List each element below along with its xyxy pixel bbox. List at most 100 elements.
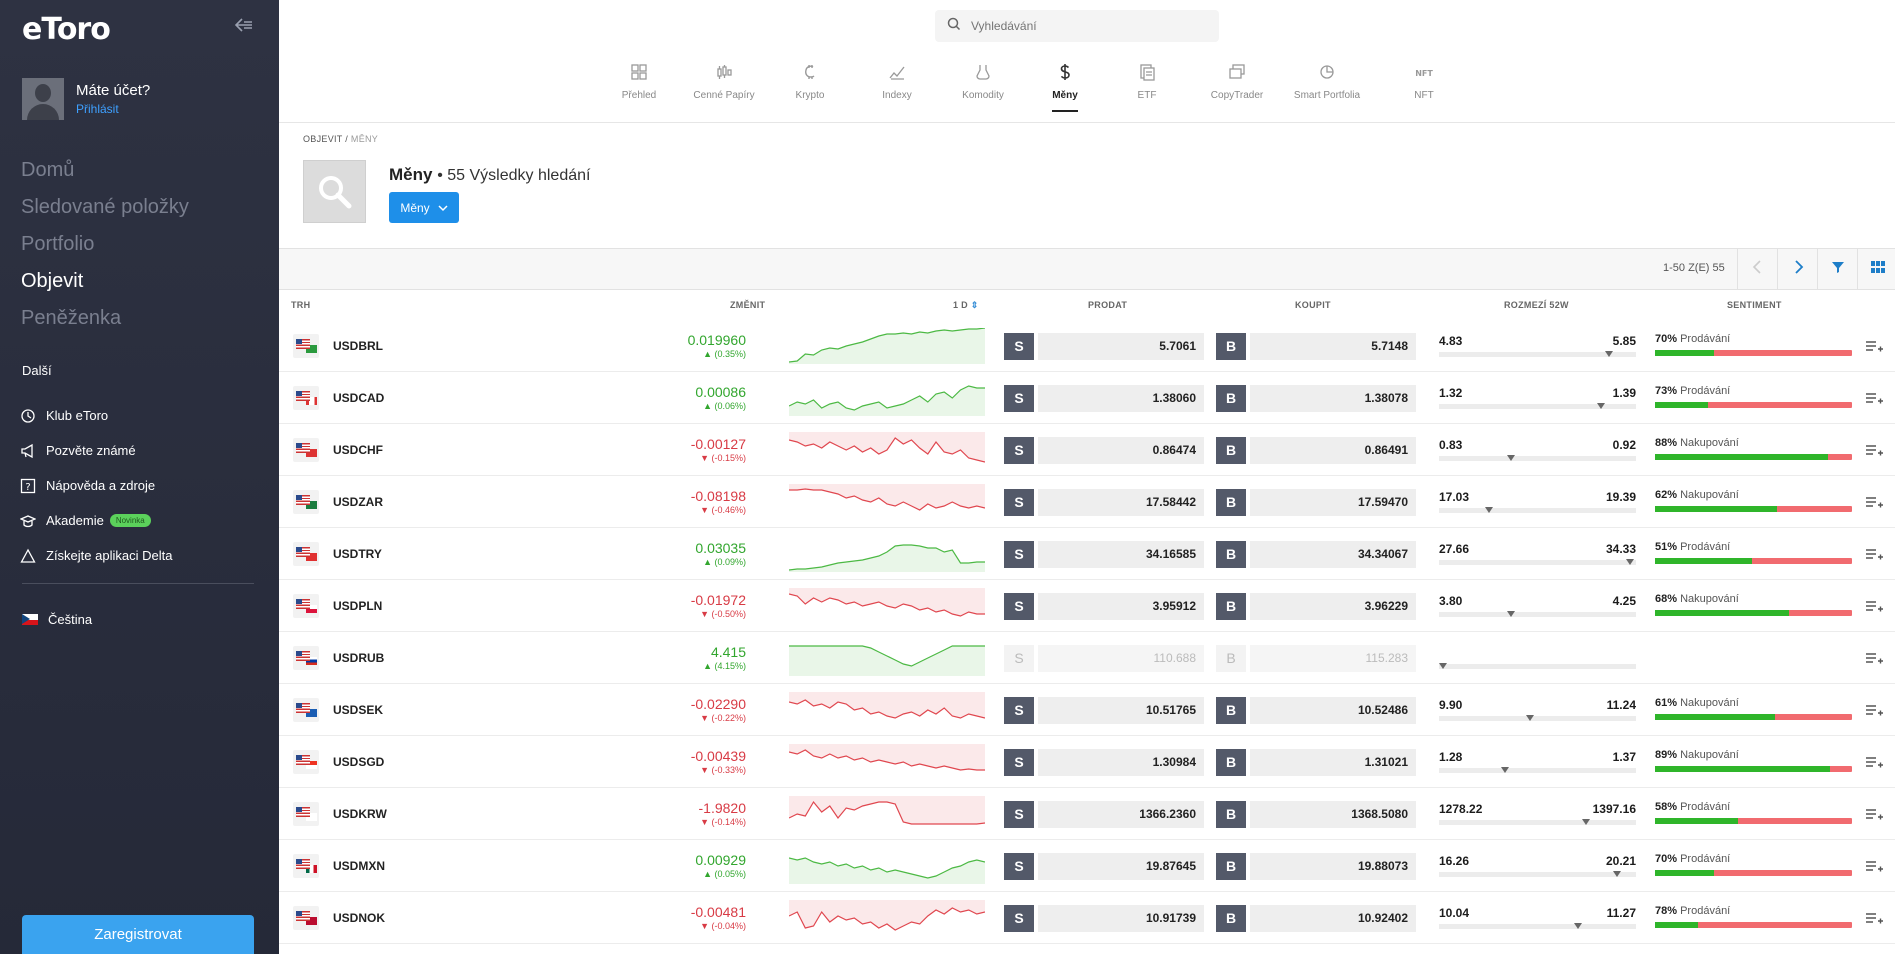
- table-row[interactable]: USDCHF -0.00127 ▼ (-0.15%) S 0.86474 B 0.86491…: [279, 424, 1895, 476]
- sell-price[interactable]: 5.7061: [1038, 333, 1204, 360]
- add-to-watchlist-icon[interactable]: [1865, 911, 1883, 927]
- instrument-name[interactable]: USDMXN: [333, 859, 385, 873]
- sell-price[interactable]: 34.16585: [1038, 541, 1204, 568]
- collapse-sidebar-icon[interactable]: [232, 14, 256, 36]
- buy-button[interactable]: B: [1216, 333, 1246, 360]
- col-sell[interactable]: PRODAT: [1088, 300, 1127, 310]
- table-row[interactable]: USDMXN 0.00929 ▲ (0.05%) S 19.87645 B 19.88073…: [279, 840, 1895, 892]
- prev-page-button[interactable]: [1737, 249, 1777, 290]
- buy-button[interactable]: B: [1216, 489, 1246, 516]
- tab-candles[interactable]: Cenné Papíry: [674, 60, 774, 101]
- instrument-name[interactable]: USDNOK: [333, 911, 385, 925]
- buy-price[interactable]: 10.92402: [1250, 905, 1416, 932]
- instrument-name[interactable]: USDCAD: [333, 391, 384, 405]
- buy-price[interactable]: 5.7148: [1250, 333, 1416, 360]
- nav-item-wallet[interactable]: Peněženka: [21, 305, 189, 342]
- buy-price[interactable]: 1.31021: [1250, 749, 1416, 776]
- buy-price[interactable]: 34.34067: [1250, 541, 1416, 568]
- nav-item-portfolio[interactable]: Portfolio: [21, 231, 189, 268]
- instrument-name[interactable]: USDTRY: [333, 547, 382, 561]
- buy-button[interactable]: B: [1216, 385, 1246, 412]
- etoro-logo[interactable]: eToro: [22, 12, 111, 47]
- more-item-club[interactable]: Klub eToro: [20, 398, 172, 433]
- sell-price[interactable]: 17.58442: [1038, 489, 1204, 516]
- next-page-button[interactable]: [1777, 249, 1817, 290]
- add-to-watchlist-icon[interactable]: [1865, 807, 1883, 823]
- table-row[interactable]: USDSEK -0.02290 ▼ (-0.22%) S 10.51765 B 10.524…: [279, 684, 1895, 736]
- category-filter-dropdown[interactable]: Měny: [389, 192, 459, 223]
- sell-button[interactable]: S: [1004, 333, 1034, 360]
- table-row[interactable]: USDTRY 0.03035 ▲ (0.09%) S 34.16585 B 34.34067…: [279, 528, 1895, 580]
- col-range[interactable]: ROZMEZÍ 52W: [1504, 300, 1569, 310]
- col-period[interactable]: 1 D ⇕: [953, 300, 979, 311]
- add-to-watchlist-icon[interactable]: [1865, 651, 1883, 667]
- buy-button[interactable]: B: [1216, 853, 1246, 880]
- add-to-watchlist-icon[interactable]: [1865, 339, 1883, 355]
- sell-price[interactable]: 1.38060: [1038, 385, 1204, 412]
- nav-item-discover[interactable]: Objevit: [21, 268, 189, 305]
- grid-view-button[interactable]: [1857, 249, 1895, 290]
- add-to-watchlist-icon[interactable]: [1865, 547, 1883, 563]
- instrument-name[interactable]: USDRUB: [333, 651, 384, 665]
- table-row[interactable]: USDKRW -1.9820 ▼ (-0.14%) S 1366.2360 B 1368.5…: [279, 788, 1895, 840]
- sell-button[interactable]: S: [1004, 749, 1034, 776]
- col-sentiment[interactable]: SENTIMENT: [1727, 300, 1782, 310]
- language-selector[interactable]: Čeština: [22, 612, 92, 627]
- sell-button[interactable]: S: [1004, 489, 1034, 516]
- sell-price[interactable]: 1366.2360: [1038, 801, 1204, 828]
- buy-button[interactable]: B: [1216, 593, 1246, 620]
- tab-copytrader[interactable]: CopyTrader: [1187, 60, 1287, 101]
- sell-price[interactable]: 1.30984: [1038, 749, 1204, 776]
- tab-etf[interactable]: ETF: [1097, 60, 1197, 101]
- avatar[interactable]: [22, 78, 64, 120]
- sell-button[interactable]: S: [1004, 853, 1034, 880]
- search-input[interactable]: [971, 19, 1211, 33]
- add-to-watchlist-icon[interactable]: [1865, 443, 1883, 459]
- buy-button[interactable]: B: [1216, 801, 1246, 828]
- sell-button[interactable]: S: [1004, 801, 1034, 828]
- more-item-help[interactable]: ? Nápověda a zdroje: [20, 468, 172, 503]
- sell-price[interactable]: 0.86474: [1038, 437, 1204, 464]
- buy-button[interactable]: B: [1216, 749, 1246, 776]
- add-to-watchlist-icon[interactable]: [1865, 755, 1883, 771]
- table-row[interactable]: USDRUB 4.415 ▲ (4.15%) S 110.688 B 115.283: [279, 632, 1895, 684]
- sell-price[interactable]: 3.95912: [1038, 593, 1204, 620]
- filter-button[interactable]: [1817, 249, 1857, 290]
- more-item-academy[interactable]: Akademie Novinka: [19, 503, 172, 538]
- buy-button[interactable]: B: [1216, 905, 1246, 932]
- table-row[interactable]: USDBRL 0.019960 ▲ (0.35%) S 5.7061 B 5.7148 4.8…: [279, 320, 1895, 372]
- buy-price[interactable]: 17.59470: [1250, 489, 1416, 516]
- more-item-delta[interactable]: Získejte aplikaci Delta: [20, 538, 172, 573]
- sell-price[interactable]: 10.51765: [1038, 697, 1204, 724]
- add-to-watchlist-icon[interactable]: [1865, 703, 1883, 719]
- login-link[interactable]: Přihlásit: [76, 102, 150, 116]
- instrument-name[interactable]: USDZAR: [333, 495, 383, 509]
- sell-button[interactable]: S: [1004, 593, 1034, 620]
- tab-index[interactable]: Indexy: [847, 60, 947, 101]
- buy-price[interactable]: 3.96229: [1250, 593, 1416, 620]
- col-change[interactable]: ZMĚNIT: [730, 300, 765, 310]
- add-to-watchlist-icon[interactable]: [1865, 391, 1883, 407]
- breadcrumb-root[interactable]: OBJEVIT: [303, 134, 342, 144]
- more-item-invite[interactable]: Pozvěte známé: [20, 433, 172, 468]
- table-row[interactable]: USDCAD 0.00086 ▲ (0.06%) S 1.38060 B 1.38078 1.…: [279, 372, 1895, 424]
- instrument-name[interactable]: USDBRL: [333, 339, 383, 353]
- buy-price[interactable]: 0.86491: [1250, 437, 1416, 464]
- buy-price[interactable]: 1368.5080: [1250, 801, 1416, 828]
- add-to-watchlist-icon[interactable]: [1865, 859, 1883, 875]
- sell-button[interactable]: S: [1004, 437, 1034, 464]
- nav-item-watchlist[interactable]: Sledované položky: [21, 194, 189, 231]
- sell-price[interactable]: 10.91739: [1038, 905, 1204, 932]
- buy-button[interactable]: B: [1216, 437, 1246, 464]
- instrument-name[interactable]: USDPLN: [333, 599, 382, 613]
- instrument-name[interactable]: USDSGD: [333, 755, 384, 769]
- tab-crypto[interactable]: Krypto: [760, 60, 860, 101]
- buy-price[interactable]: 19.88073: [1250, 853, 1416, 880]
- table-row[interactable]: USDSGD -0.00439 ▼ (-0.33%) S 1.30984 B 1.31021…: [279, 736, 1895, 788]
- buy-button[interactable]: B: [1216, 697, 1246, 724]
- sell-button[interactable]: S: [1004, 385, 1034, 412]
- table-row[interactable]: USDNOK -0.00481 ▼ (-0.04%) S 10.91739 B 10.924…: [279, 892, 1895, 944]
- sell-button[interactable]: S: [1004, 541, 1034, 568]
- table-row[interactable]: USDZAR -0.08198 ▼ (-0.46%) S 17.58442 B 17.594…: [279, 476, 1895, 528]
- nav-item-home[interactable]: Domů: [21, 157, 189, 194]
